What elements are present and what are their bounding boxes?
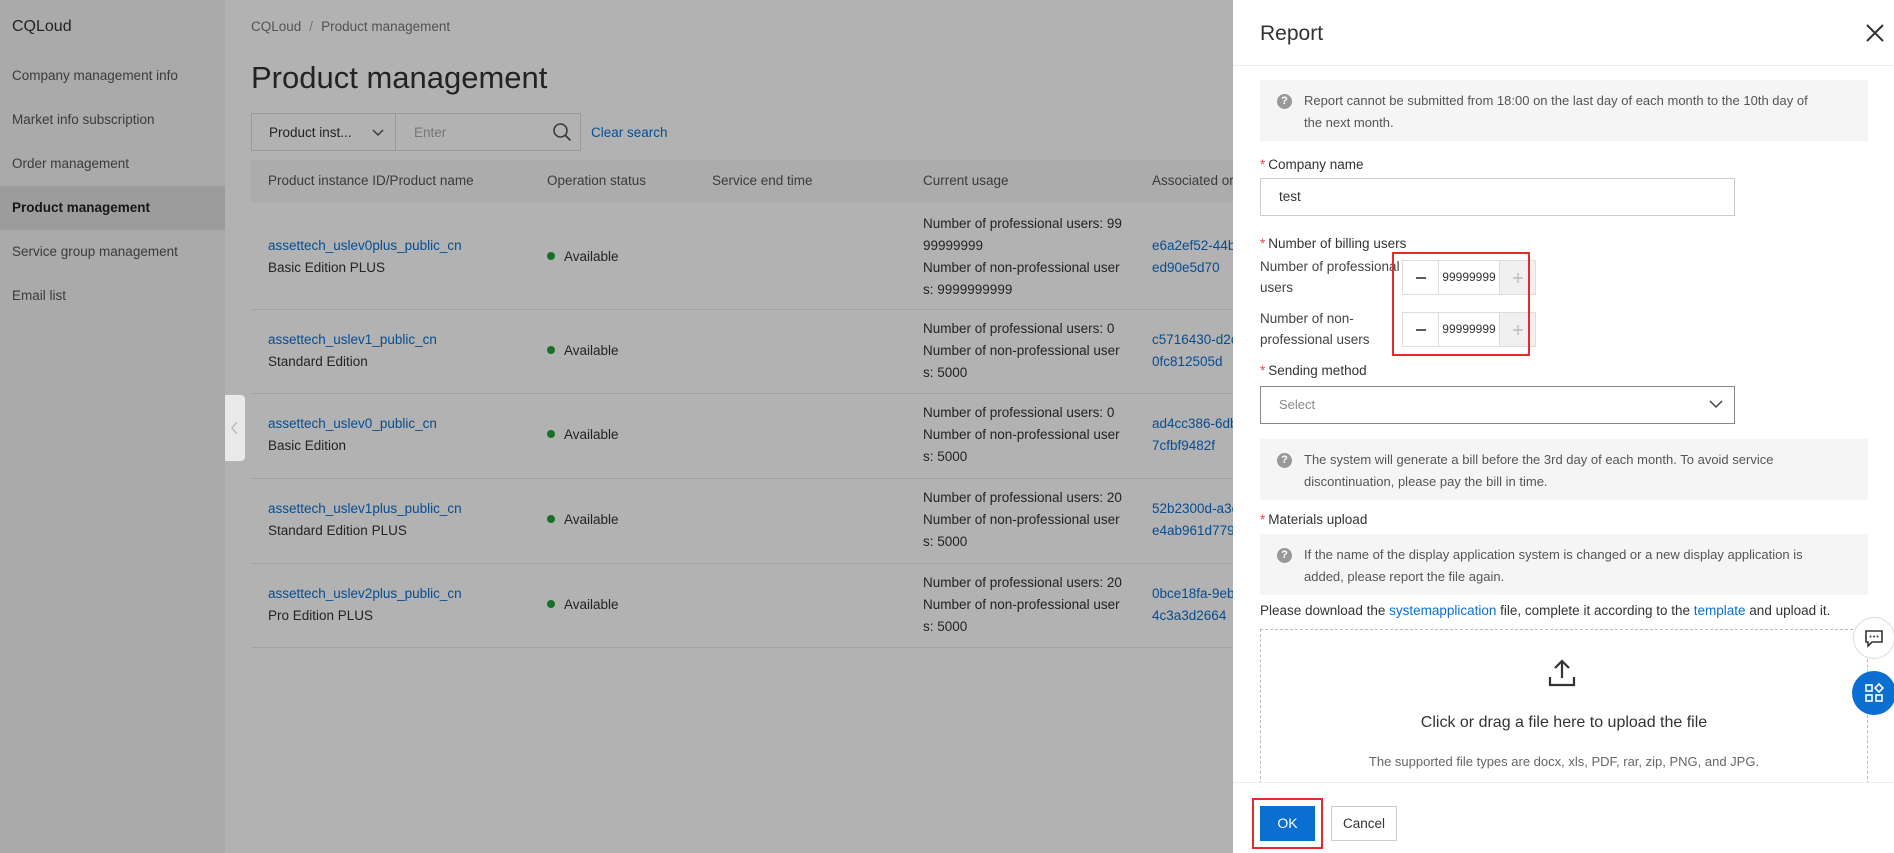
- apps-button[interactable]: [1852, 671, 1894, 715]
- drawer-title: Report: [1260, 22, 1324, 45]
- notice-text: discontinuation, please pay the bill in …: [1304, 474, 1548, 489]
- highlight-box: [1252, 798, 1323, 849]
- notice-text: If the name of the display application s…: [1304, 547, 1803, 562]
- highlight-box: [1392, 252, 1530, 356]
- required-marker: *: [1260, 157, 1266, 172]
- professional-users-label: Number of professional users: [1260, 256, 1400, 298]
- upload-supported-types: The supported file types are docx, xls, …: [1368, 754, 1760, 769]
- file-upload-dropzone[interactable]: Click or drag a file here to upload the …: [1260, 629, 1868, 789]
- sending-method-label: * Sending method: [1260, 363, 1367, 378]
- materials-upload-label-text: Materials upload: [1268, 512, 1368, 527]
- notice-text: added, please report the file again.: [1304, 569, 1505, 584]
- sending-method-label-text: Sending method: [1268, 363, 1367, 378]
- download-text: and upload it.: [1745, 603, 1831, 618]
- download-text: file, complete it according to the: [1496, 603, 1694, 618]
- question-icon: ?: [1277, 453, 1292, 468]
- required-marker: *: [1260, 236, 1266, 251]
- billing-users-label-text: Number of billing users: [1268, 236, 1407, 251]
- upload-title: Click or drag a file here to upload the …: [1420, 714, 1708, 731]
- cancel-button[interactable]: Cancel: [1331, 806, 1397, 841]
- company-name-label: * Company name: [1260, 157, 1364, 172]
- report-drawer: Report ? Report cannot be submitted from…: [1233, 0, 1894, 853]
- company-name-label-text: Company name: [1268, 157, 1364, 172]
- chat-button[interactable]: [1853, 617, 1894, 659]
- drawer-footer: OK Cancel: [1233, 782, 1894, 853]
- notice-text: the next month.: [1304, 115, 1394, 130]
- label-text: professional users: [1260, 332, 1370, 347]
- select-placeholder: Select: [1279, 397, 1316, 412]
- template-link[interactable]: template: [1694, 603, 1746, 618]
- sending-method-select[interactable]: Select: [1260, 386, 1735, 424]
- question-icon: ?: [1277, 548, 1292, 563]
- company-name-field[interactable]: test: [1260, 178, 1735, 216]
- question-icon: ?: [1277, 94, 1292, 109]
- required-marker: *: [1260, 512, 1266, 527]
- systemapplication-link[interactable]: systemapplication: [1389, 603, 1496, 618]
- notice-text: The system will generate a bill before t…: [1304, 452, 1774, 467]
- upload-icon: [1548, 659, 1576, 687]
- required-marker: *: [1260, 363, 1266, 378]
- submission-notice: ? Report cannot be submitted from 18:00 …: [1260, 80, 1868, 141]
- billing-users-label: * Number of billing users: [1260, 236, 1406, 251]
- chevron-down-icon: [1709, 400, 1723, 409]
- billing-notice: ? The system will generate a bill before…: [1260, 439, 1868, 500]
- label-text: Number of non-: [1260, 311, 1354, 326]
- download-text: Please download the: [1260, 603, 1390, 618]
- materials-notice: ? If the name of the display application…: [1260, 534, 1868, 595]
- label-text: users: [1260, 280, 1294, 295]
- label-text: Number of professional: [1260, 259, 1400, 274]
- chevron-left-icon: [231, 421, 238, 435]
- notice-text: Report cannot be submitted from 18:00 on…: [1304, 93, 1808, 108]
- materials-upload-label: * Materials upload: [1260, 512, 1367, 527]
- close-icon[interactable]: [1862, 20, 1888, 46]
- drawer-header: Report: [1233, 0, 1894, 66]
- download-instructions: Please download the systemapplication fi…: [1260, 603, 1830, 618]
- apps-icon: [1865, 682, 1885, 702]
- non-professional-users-label: Number of non- professional users: [1260, 308, 1400, 350]
- chat-icon: [1865, 630, 1883, 648]
- sidebar-collapse-handle[interactable]: [225, 395, 245, 461]
